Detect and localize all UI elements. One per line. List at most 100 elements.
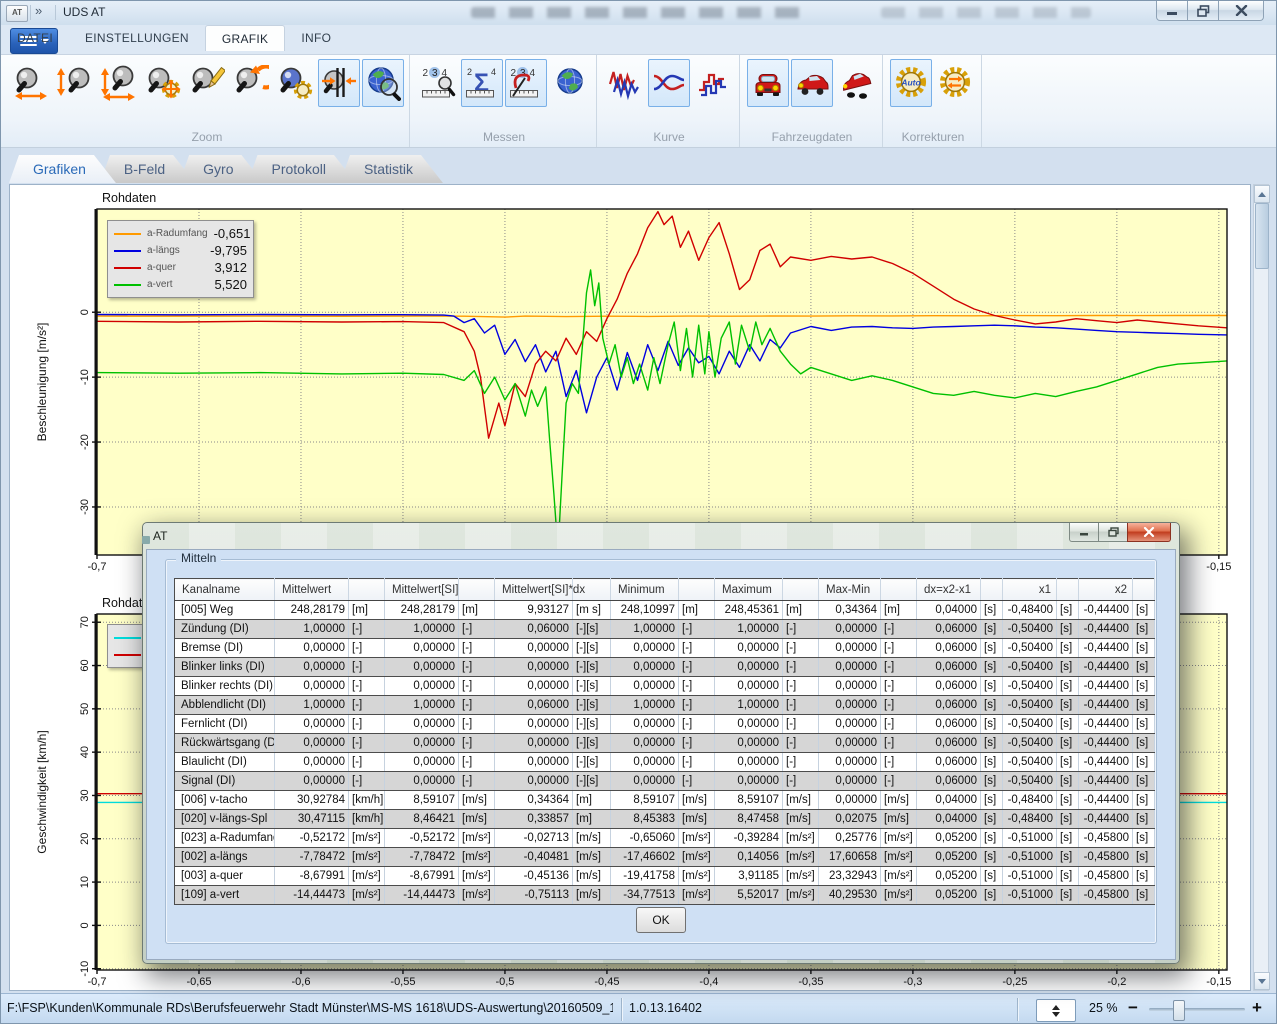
ok-button[interactable]: OK: [636, 907, 686, 933]
table-row[interactable]: Abblendlicht (DI)1,00000[-]1,00000[-]0,0…: [175, 696, 1155, 715]
column-header[interactable]: [783, 579, 819, 601]
dialog-restore-button[interactable]: [1098, 523, 1128, 542]
value-cell: [m/s²]: [679, 867, 715, 886]
value-cell: [s]: [1133, 772, 1155, 791]
vehicle-data-icon[interactable]: [747, 59, 789, 107]
dialog-minimize-button[interactable]: [1069, 523, 1099, 542]
column-header[interactable]: Minimum: [611, 579, 679, 601]
table-row[interactable]: Fernlicht (DI)0,00000[-]0,00000[-]0,0000…: [175, 715, 1155, 734]
channel-name-cell: [020] v-längs-Spl: [175, 810, 275, 829]
vehicle-dynamics-icon[interactable]: [835, 59, 877, 107]
table-row[interactable]: [006] v-tacho30,92784[km/h]8,59107[m/s]0…: [175, 791, 1155, 810]
column-header[interactable]: Mittelwert: [275, 579, 349, 601]
column-header[interactable]: Mittelwert[SI]: [385, 579, 459, 601]
zoom-out-button[interactable]: −: [1128, 998, 1138, 1018]
measure-curve-icon[interactable]: 234: [505, 59, 547, 107]
table-row[interactable]: Blinker links (DI)0,00000[-]0,00000[-]0,…: [175, 658, 1155, 677]
auto-correction-icon[interactable]: Auto: [890, 59, 932, 107]
app-icon[interactable]: AT: [6, 5, 28, 22]
y-tick-label: 70: [79, 616, 91, 628]
measure-world-icon[interactable]: [549, 59, 591, 107]
table-row[interactable]: [003] a-quer-8,67991[m/s²]-8,67991[m/s²]…: [175, 867, 1155, 886]
vehicle-edit-icon[interactable]: [791, 59, 833, 107]
measure-scale-icon[interactable]: 234: [417, 59, 459, 107]
ribbon-tab-einstellungen[interactable]: EINSTELLUNGEN: [69, 25, 205, 50]
tab-statistik[interactable]: Statistik: [340, 155, 443, 183]
column-header[interactable]: Maximum: [715, 579, 783, 601]
window-minimize-button[interactable]: [1156, 1, 1188, 21]
zoom-in-button[interactable]: +: [1252, 998, 1262, 1018]
zoom-edit-pencil-icon[interactable]: [186, 59, 228, 107]
dialog-close-button[interactable]: [1127, 523, 1171, 542]
column-header[interactable]: Max-Min: [819, 579, 881, 601]
window-close-button[interactable]: [1218, 1, 1264, 21]
column-header[interactable]: dx=x2-x1: [917, 579, 981, 601]
zoom-settings-gear-icon[interactable]: [274, 59, 316, 107]
value-cell: [-]: [349, 753, 385, 772]
table-row[interactable]: Blaulicht (DI)0,00000[-]0,00000[-]0,0000…: [175, 753, 1155, 772]
measure-sum-icon[interactable]: 24Σ: [461, 59, 503, 107]
value-cell: [m/s²]: [679, 886, 715, 905]
curve-steps-icon[interactable]: [692, 59, 734, 107]
column-header[interactable]: [1057, 579, 1079, 601]
ribbon-tab-grafik[interactable]: GRAFIK: [205, 25, 285, 51]
scroll-down-button[interactable]: [1254, 972, 1270, 990]
dialog-titlebar[interactable]: AT: [143, 523, 1179, 549]
value-cell: 8,46421: [385, 810, 459, 829]
column-header[interactable]: x2: [1079, 579, 1133, 601]
manual-correction-icon[interactable]: [934, 59, 976, 107]
vehicle-data-icon: [750, 65, 786, 101]
value-cell: -0,40481: [495, 848, 573, 867]
channel-name-cell: Blinker links (DI): [175, 658, 275, 677]
vertical-scrollbar[interactable]: [1253, 184, 1269, 991]
ribbon-tab-info[interactable]: INFO: [285, 25, 347, 50]
zoom-full-extent-icon[interactable]: [362, 59, 404, 107]
table-row[interactable]: Signal (DI)0,00000[-]0,00000[-]0,00000[-…: [175, 772, 1155, 791]
column-header[interactable]: [1133, 579, 1155, 601]
qat-overflow-chevron[interactable]: »: [35, 3, 42, 18]
fit-spin-control[interactable]: [1036, 999, 1076, 1022]
acceleration-chart-legend[interactable]: a-Radumfang-0,651a-längs-9,795a-quer3,91…: [107, 220, 254, 298]
value-cell: [s]: [1133, 734, 1155, 753]
value-cell: 1,00000: [611, 620, 679, 639]
value-cell: [s]: [981, 601, 1003, 620]
curve-raw-icon[interactable]: [604, 59, 646, 107]
zoom-slider-thumb[interactable]: [1173, 1000, 1185, 1021]
zoom-horizontal-icon[interactable]: [10, 59, 52, 107]
table-row[interactable]: [109] a-vert-14,44473[m/s²]-14,44473[m/s…: [175, 886, 1155, 905]
table-row[interactable]: Blinker rechts (DI)0,00000[-]0,00000[-]0…: [175, 677, 1155, 696]
column-header[interactable]: x1: [1003, 579, 1057, 601]
table-row[interactable]: [005] Weg248,28179[m]248,28179[m]9,93127…: [175, 601, 1155, 620]
table-row[interactable]: [020] v-längs-Spl30,47115[km/h]8,46421[m…: [175, 810, 1155, 829]
zoom-undo-icon[interactable]: [230, 59, 272, 107]
value-cell: [s]: [1057, 620, 1079, 639]
column-header[interactable]: [881, 579, 917, 601]
window-restore-button[interactable]: [1187, 1, 1219, 21]
column-header[interactable]: Kanalname: [175, 579, 275, 601]
table-row[interactable]: Zündung (DI)1,00000[-]1,00000[-]0,06000[…: [175, 620, 1155, 639]
column-header[interactable]: [981, 579, 1003, 601]
zoom-both-axes-icon[interactable]: [98, 59, 140, 107]
value-cell: 1,00000: [385, 696, 459, 715]
scroll-up-button[interactable]: [1254, 185, 1270, 203]
table-row[interactable]: Bremse (DI)0,00000[-]0,00000[-]0,00000[-…: [175, 639, 1155, 658]
column-header[interactable]: [679, 579, 715, 601]
zoom-pan-gear-icon[interactable]: [142, 59, 184, 107]
cursor-lines-icon[interactable]: [318, 59, 360, 107]
value-cell: [-]: [349, 639, 385, 658]
zoom-vertical-icon[interactable]: [54, 59, 96, 107]
scrollbar-thumb[interactable]: [1255, 203, 1269, 269]
curve-smooth-icon[interactable]: [648, 59, 690, 107]
column-header[interactable]: Mittelwert[SI]*dx: [495, 579, 573, 601]
column-header[interactable]: [459, 579, 495, 601]
table-row[interactable]: [023] a-Radumfang-0,52172[m/s²]-0,52172[…: [175, 829, 1155, 848]
tab-protokoll[interactable]: Protokoll: [248, 155, 356, 183]
ribbon-tab-datei[interactable]: DATEI: [1, 25, 69, 50]
zoom-slider[interactable]: [1149, 1008, 1245, 1011]
table-row[interactable]: [002] a-längs-7,78472[m/s²]-7,78472[m/s²…: [175, 848, 1155, 867]
column-header[interactable]: [349, 579, 385, 601]
arrow-up-icon: [1258, 192, 1266, 197]
table-row[interactable]: Rückwärtsgang (DI)0,00000[-]0,00000[-]0,…: [175, 734, 1155, 753]
value-cell: [s]: [1133, 639, 1155, 658]
tab-grafiken[interactable]: Grafiken: [9, 155, 116, 183]
